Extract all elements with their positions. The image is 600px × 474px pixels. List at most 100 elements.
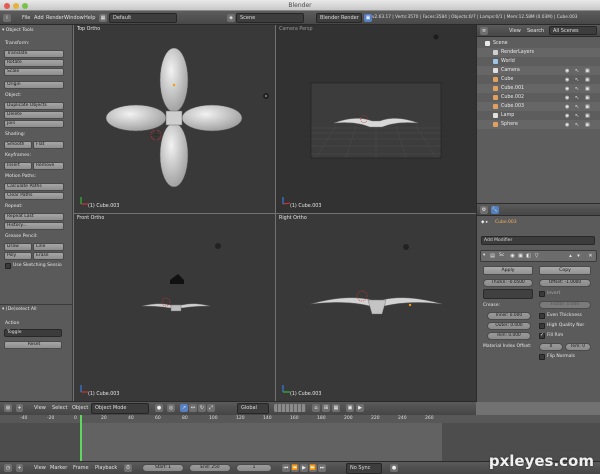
copy-button[interactable]: Copy [539, 266, 591, 275]
sketching-session-checkbox[interactable] [5, 263, 11, 269]
manipulator-toggle-icon[interactable]: ↗ [180, 404, 188, 412]
origin-button[interactable]: Origin [4, 81, 64, 89]
minimize-window-icon[interactable] [13, 3, 19, 9]
viewport-front-ortho[interactable]: Front Ortho (1) Cube.003 [74, 214, 275, 401]
screen-layout-icon[interactable]: ▦ [99, 14, 107, 22]
menu-window[interactable]: Window [64, 14, 84, 22]
outliner-item[interactable]: RenderLayers [477, 48, 600, 57]
3d-view-editor-icon[interactable]: ◍ [4, 404, 12, 412]
render-opengl-icon[interactable]: ▣ [346, 404, 354, 412]
start-frame-field[interactable]: Start: 1 [142, 464, 184, 472]
scale-button[interactable]: Scale [4, 68, 64, 76]
render-toggle-icon[interactable]: ▣ [517, 252, 524, 260]
move-down-icon[interactable]: ▾ [575, 252, 582, 260]
outliner-item[interactable]: Cube ◉ ↖ ▣ [477, 75, 600, 84]
line-button[interactable]: Line [33, 243, 64, 251]
snap-icon[interactable]: ⊞ [322, 404, 330, 412]
rotate-manipulator-icon[interactable]: ↻ [198, 404, 206, 412]
history-button[interactable]: History... [4, 222, 64, 230]
selectability-icon[interactable]: ↖ [575, 121, 579, 130]
pivot-point-icon[interactable]: ◎ [167, 404, 175, 412]
draw-button[interactable]: Draw [4, 243, 32, 251]
repeat-last-button[interactable]: Repeat Last [4, 213, 64, 221]
timeline-view-menu[interactable]: View [34, 464, 46, 472]
scene-icon[interactable]: ◈ [227, 14, 235, 22]
flip-normals-checkbox[interactable] [539, 354, 545, 360]
insert-keyframe-button[interactable]: Insert [4, 162, 32, 170]
transform-orientation-select[interactable]: Global [237, 403, 269, 414]
snap-element-icon[interactable]: ▦ [332, 404, 340, 412]
translate-manipulator-icon[interactable]: ↔ [189, 404, 197, 412]
zoom-window-icon[interactable] [22, 3, 28, 9]
move-up-icon[interactable]: ▴ [567, 252, 574, 260]
outliner-item[interactable]: Cube.003 ◉ ↖ ▣ [477, 102, 600, 111]
fill-rim-checkbox[interactable] [539, 332, 545, 339]
properties-editor-icon[interactable]: ⚙ [480, 206, 488, 214]
current-frame-marker[interactable] [80, 415, 82, 461]
select-menu[interactable]: Select [52, 404, 67, 412]
viewport-camera-persp[interactable]: Camera Persp (1) Cube.003 [276, 25, 476, 213]
scene-select[interactable]: Scene [236, 13, 304, 23]
translate-button[interactable]: Translate [4, 50, 64, 58]
add-modifier-select[interactable]: Add Modifier [481, 236, 595, 245]
offset-field[interactable]: Offset: -1.0000 [539, 279, 591, 287]
timeline-editor-icon[interactable]: ◷ [4, 464, 12, 472]
object-menu[interactable]: Object [72, 404, 88, 412]
remove-modifier-icon[interactable]: ✕ [587, 252, 594, 260]
menu-render[interactable]: Render [46, 14, 64, 22]
next-keyframe-icon[interactable]: ⏩ [309, 464, 317, 472]
outliner-item[interactable]: Cube.002 ◉ ↖ ▣ [477, 93, 600, 102]
timeline-collapse-icon[interactable]: + [16, 464, 23, 472]
layers-icon[interactable] [274, 404, 306, 412]
visibility-icon[interactable]: ◉ [565, 121, 569, 130]
lock-camera-icon[interactable]: ⌂ [312, 404, 320, 412]
mode-select[interactable]: Object Mode [91, 403, 149, 414]
rim-crease-field[interactable]: Rim: 0.000 [487, 332, 531, 340]
outer-crease-field[interactable]: Outer: 0.000 [487, 322, 531, 330]
menu-file[interactable]: File [22, 14, 30, 22]
timeline-marker-menu[interactable]: Marker [50, 464, 67, 472]
even-thickness-checkbox[interactable] [539, 313, 545, 319]
outliner-item[interactable]: Lamp ◉ ↖ ▣ [477, 111, 600, 120]
outliner-search-menu[interactable]: Search [527, 27, 544, 35]
outliner-item[interactable]: Camera ◉ ↖ ▣ [477, 66, 600, 75]
rotate-button[interactable]: Rotate [4, 59, 64, 67]
renderability-icon[interactable]: ▣ [585, 121, 590, 130]
view-menu[interactable]: View [34, 404, 46, 412]
delete-button[interactable]: Delete [4, 111, 64, 119]
modifier-name[interactable]: Sc [499, 253, 504, 258]
info-editor-icon[interactable]: i [3, 14, 11, 22]
jump-end-icon[interactable]: ⏭ [318, 464, 326, 472]
vertex-group-field[interactable] [483, 289, 533, 299]
invert-checkbox[interactable] [539, 291, 545, 297]
viewport-top-ortho[interactable]: Top Ortho (1) Cube.003 [74, 25, 275, 213]
factor-field[interactable]: Factor: 0.000 [539, 301, 591, 309]
apply-button[interactable]: Apply [483, 266, 533, 275]
poly-button[interactable]: Poly [4, 252, 32, 260]
rim-offset-field[interactable]: Rim: 0 [565, 343, 591, 351]
modifier-tab-icon[interactable]: 🔧 [491, 206, 499, 214]
viewport-right-ortho[interactable]: Right Ortho (1) Cube.003 [276, 214, 476, 401]
smooth-button[interactable]: Smooth [4, 141, 32, 149]
timeline-playback-menu[interactable]: Playback [95, 464, 117, 472]
timeline-frame-menu[interactable]: Frame [73, 464, 89, 472]
join-button[interactable]: Join [4, 120, 64, 128]
inner-crease-field[interactable]: Inner: 0.000 [487, 312, 531, 320]
sync-mode-select[interactable]: No Sync [346, 463, 382, 474]
scale-manipulator-icon[interactable]: ⤢ [207, 404, 215, 412]
material-offset-field[interactable]: 0 [539, 343, 563, 351]
outliner-item[interactable]: Sphere ◉ ↖ ▣ [477, 120, 600, 129]
outliner-item[interactable]: World [477, 57, 600, 66]
use-preview-range-icon[interactable]: ⏱ [124, 464, 132, 472]
prev-keyframe-icon[interactable]: ⏪ [291, 464, 299, 472]
reset-button[interactable]: Reset [4, 341, 62, 349]
erase-button[interactable]: Erase [33, 252, 64, 260]
thickness-field[interactable]: Thickn: -0.0500 [483, 279, 533, 287]
outliner-view-menu[interactable]: View [509, 27, 521, 35]
render-engine-select[interactable]: Blender Render [316, 13, 362, 23]
modifier-expand-icon[interactable]: ▾ [483, 253, 485, 258]
auto-keyframe-icon[interactable]: ● [390, 464, 398, 472]
play-icon[interactable]: ▶ [300, 464, 308, 472]
remove-keyframe-button[interactable]: Remove [33, 162, 64, 170]
calculate-paths-button[interactable]: Calculate Paths [4, 183, 64, 191]
